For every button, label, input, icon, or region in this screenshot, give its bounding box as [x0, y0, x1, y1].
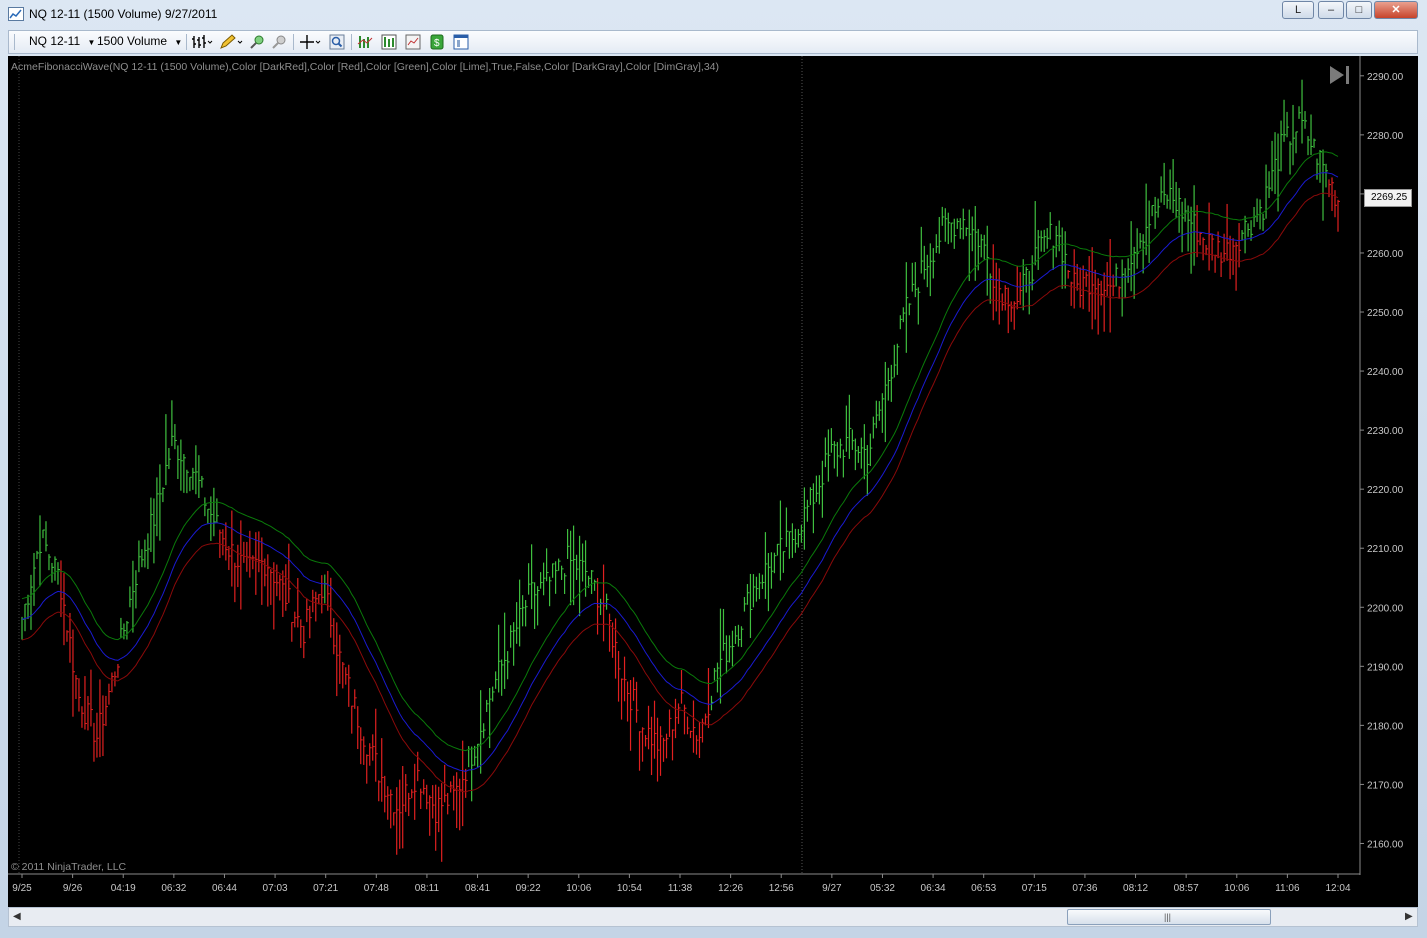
magnifier-icon[interactable]: [329, 34, 345, 50]
y-tick-label: 2180.00: [1367, 721, 1404, 732]
chevron-down-icon: ▼: [174, 38, 183, 47]
toolbar-separator: [351, 34, 352, 50]
x-tick-label: 10:06: [566, 883, 591, 894]
x-tick-label: 12:26: [718, 883, 743, 894]
x-tick-label: 08:41: [465, 883, 490, 894]
scroll-right-icon[interactable]: ▶: [1405, 911, 1413, 922]
title-bar[interactable]: NQ 12-11 (1500 Volume) 9/27/2011 L – □ ✕: [0, 0, 1427, 28]
x-tick-label: 12:04: [1325, 883, 1350, 894]
y-tick-label: 2230.00: [1367, 426, 1404, 437]
zoom-in-icon[interactable]: [249, 34, 265, 50]
chevron-down-icon: ▼: [87, 38, 96, 47]
interval-label: 1500 Volume: [97, 34, 168, 48]
y-tick-label: 2200.00: [1367, 603, 1404, 614]
y-tick-label: 2280.00: [1367, 131, 1404, 142]
x-tick-label: 04:19: [111, 883, 136, 894]
x-tick-label: 09:22: [516, 883, 541, 894]
instrument-label: NQ 12-11: [29, 34, 81, 48]
x-tick-label: 11:06: [1275, 883, 1300, 894]
x-tick-label: 06:44: [212, 883, 237, 894]
maximize-button[interactable]: □: [1346, 1, 1372, 19]
chart-app-icon: [8, 7, 24, 21]
x-tick-label: 05:32: [870, 883, 895, 894]
interval-selector[interactable]: 1500 Volume ▼: [97, 34, 182, 48]
close-button[interactable]: ✕: [1374, 1, 1418, 19]
horizontal-scrollbar[interactable]: ◀ ||| ▶: [8, 907, 1418, 927]
x-tick-label: 10:06: [1224, 883, 1249, 894]
y-tick-label: 2240.00: [1367, 367, 1404, 378]
x-tick-label: 9/27: [822, 883, 842, 894]
chart-window: NQ 12-11 (1500 Volume) 9/27/2011 L – □ ✕…: [0, 0, 1427, 938]
y-tick-label: 2290.00: [1367, 72, 1404, 83]
layout-button[interactable]: L: [1282, 1, 1314, 19]
scroll-to-end-icon[interactable]: [1328, 64, 1352, 86]
y-tick-label: 2190.00: [1367, 662, 1404, 673]
x-tick-label: 08:11: [415, 883, 440, 894]
y-tick-label: 2260.00: [1367, 249, 1404, 260]
y-tick-label: 2160.00: [1367, 839, 1404, 850]
x-tick-label: 07:36: [1072, 883, 1097, 894]
x-tick-label: 06:34: [921, 883, 946, 894]
zoom-out-icon[interactable]: [271, 34, 287, 50]
price-bars: [21, 79, 1340, 862]
strategies-icon[interactable]: [381, 34, 397, 50]
wave-lower-line: [21, 192, 1339, 793]
chart-properties-icon[interactable]: [405, 34, 421, 50]
chart-toolbar: NQ 12-11 ▼ 1500 Volume ▼ $: [8, 30, 1418, 54]
bar-type-icon[interactable]: [191, 34, 213, 50]
x-tick-label: 07:03: [263, 883, 288, 894]
x-tick-label: 07:15: [1022, 883, 1047, 894]
indicators-icon[interactable]: [357, 34, 373, 50]
y-tick-label: 2170.00: [1367, 780, 1404, 791]
y-tick-label: 2220.00: [1367, 485, 1404, 496]
last-price-marker: 2269.25: [1364, 189, 1413, 207]
toolbar-separator: [293, 34, 294, 50]
svg-text:$: $: [434, 38, 440, 49]
x-tick-label: 06:32: [161, 883, 186, 894]
copyright-text: © 2011 NinjaTrader, LLC: [11, 861, 127, 873]
scroll-thumb[interactable]: |||: [1067, 909, 1271, 925]
indicator-label: AcmeFibonacciWave(NQ 12-11 (1500 Volume)…: [11, 61, 720, 73]
x-tick-label: 08:57: [1174, 883, 1199, 894]
toolbar-separator: [186, 34, 187, 50]
grip-icon: |||: [1164, 912, 1172, 922]
y-tick-label: 2210.00: [1367, 544, 1404, 555]
templates-icon[interactable]: [453, 34, 469, 50]
x-tick-label: 11:38: [668, 883, 693, 894]
chart-panel[interactable]: 2290.002280.002270.002260.002250.002240.…: [8, 56, 1418, 907]
toolbar-grip: [14, 34, 15, 50]
x-tick-label: 10:54: [617, 883, 642, 894]
x-tick-label: 9/26: [63, 883, 83, 894]
price-chart[interactable]: 2290.002280.002270.002260.002250.002240.…: [8, 56, 1418, 907]
data-box-icon[interactable]: $: [429, 34, 445, 50]
scroll-left-icon[interactable]: ◀: [13, 911, 21, 922]
y-tick-label: 2250.00: [1367, 308, 1404, 319]
minimize-button[interactable]: –: [1318, 1, 1344, 19]
x-tick-label: 07:48: [364, 883, 389, 894]
x-tick-label: 07:21: [313, 883, 338, 894]
crosshair-icon[interactable]: [299, 34, 323, 50]
instrument-selector[interactable]: NQ 12-11 ▼: [29, 34, 95, 48]
wave-middle-line: [21, 172, 1339, 772]
x-tick-label: 08:12: [1123, 883, 1148, 894]
x-tick-label: 12:56: [769, 883, 794, 894]
x-tick-label: 9/25: [12, 883, 32, 894]
drawing-pencil-icon[interactable]: [219, 34, 243, 50]
window-title: NQ 12-11 (1500 Volume) 9/27/2011: [29, 7, 218, 21]
x-tick-label: 06:53: [971, 883, 996, 894]
